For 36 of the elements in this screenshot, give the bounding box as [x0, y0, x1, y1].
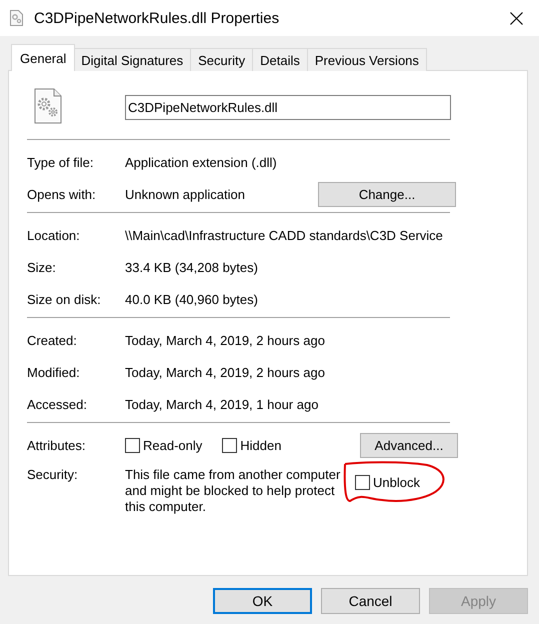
field-label: Security:	[27, 467, 79, 482]
tab[interactable]: General	[11, 44, 76, 71]
field-label: Modified:	[27, 364, 81, 380]
checkbox[interactable]: Hidden	[222, 438, 282, 452]
tab[interactable]: Previous Versions	[306, 48, 427, 71]
field-value: 40.0 KB (40,960 bytes)	[125, 292, 258, 306]
tab[interactable]: Digital Signatures	[73, 48, 192, 71]
file-gear-icon	[10, 10, 23, 26]
dialog-button[interactable]: Cancel	[321, 588, 420, 614]
field-value: Today, March 4, 2019, 1 hour ago	[125, 396, 318, 412]
advanced-button[interactable]: Advanced...	[360, 432, 458, 458]
field-label: Type of file:	[27, 154, 94, 170]
field-label: Size on disk:	[27, 292, 102, 306]
checkbox[interactable]: Unblock	[355, 475, 507, 490]
field-value: \\Main\cad\Infrastructure CADD standards\C3D Service	[125, 228, 443, 242]
field-value: Today, March 4, 2019, 2 hours ago	[125, 332, 325, 348]
file-name-field[interactable]: C3DPipeNetworkRules.dll	[125, 94, 451, 120]
field-label: Created:	[27, 332, 78, 348]
field-label: Size:	[27, 260, 57, 274]
field-label: Opens with:	[27, 186, 97, 202]
file-gear-icon	[34, 88, 62, 124]
close-icon[interactable]	[510, 12, 522, 24]
tab[interactable]: Details	[252, 48, 308, 71]
field-label: Accessed:	[27, 396, 88, 412]
field-label: Attributes:	[27, 438, 87, 452]
checkbox[interactable]: Read-only	[125, 438, 202, 452]
field-label: Location:	[27, 228, 81, 242]
field-value: Application extension (.dll)	[125, 154, 277, 170]
security-message: This file came from another computer and might be blocked to help protect this computer.	[125, 467, 342, 515]
dialog-button[interactable]: OK	[213, 588, 312, 614]
change-button[interactable]: Change...	[318, 182, 456, 206]
window-title: C3DPipeNetworkRules.dll Properties	[34, 10, 280, 26]
tab[interactable]: Security	[190, 48, 254, 71]
field-value: Unknown application	[125, 186, 245, 202]
field-value: 33.4 KB (34,208 bytes)	[125, 260, 258, 274]
field-value: Today, March 4, 2019, 2 hours ago	[125, 364, 325, 380]
